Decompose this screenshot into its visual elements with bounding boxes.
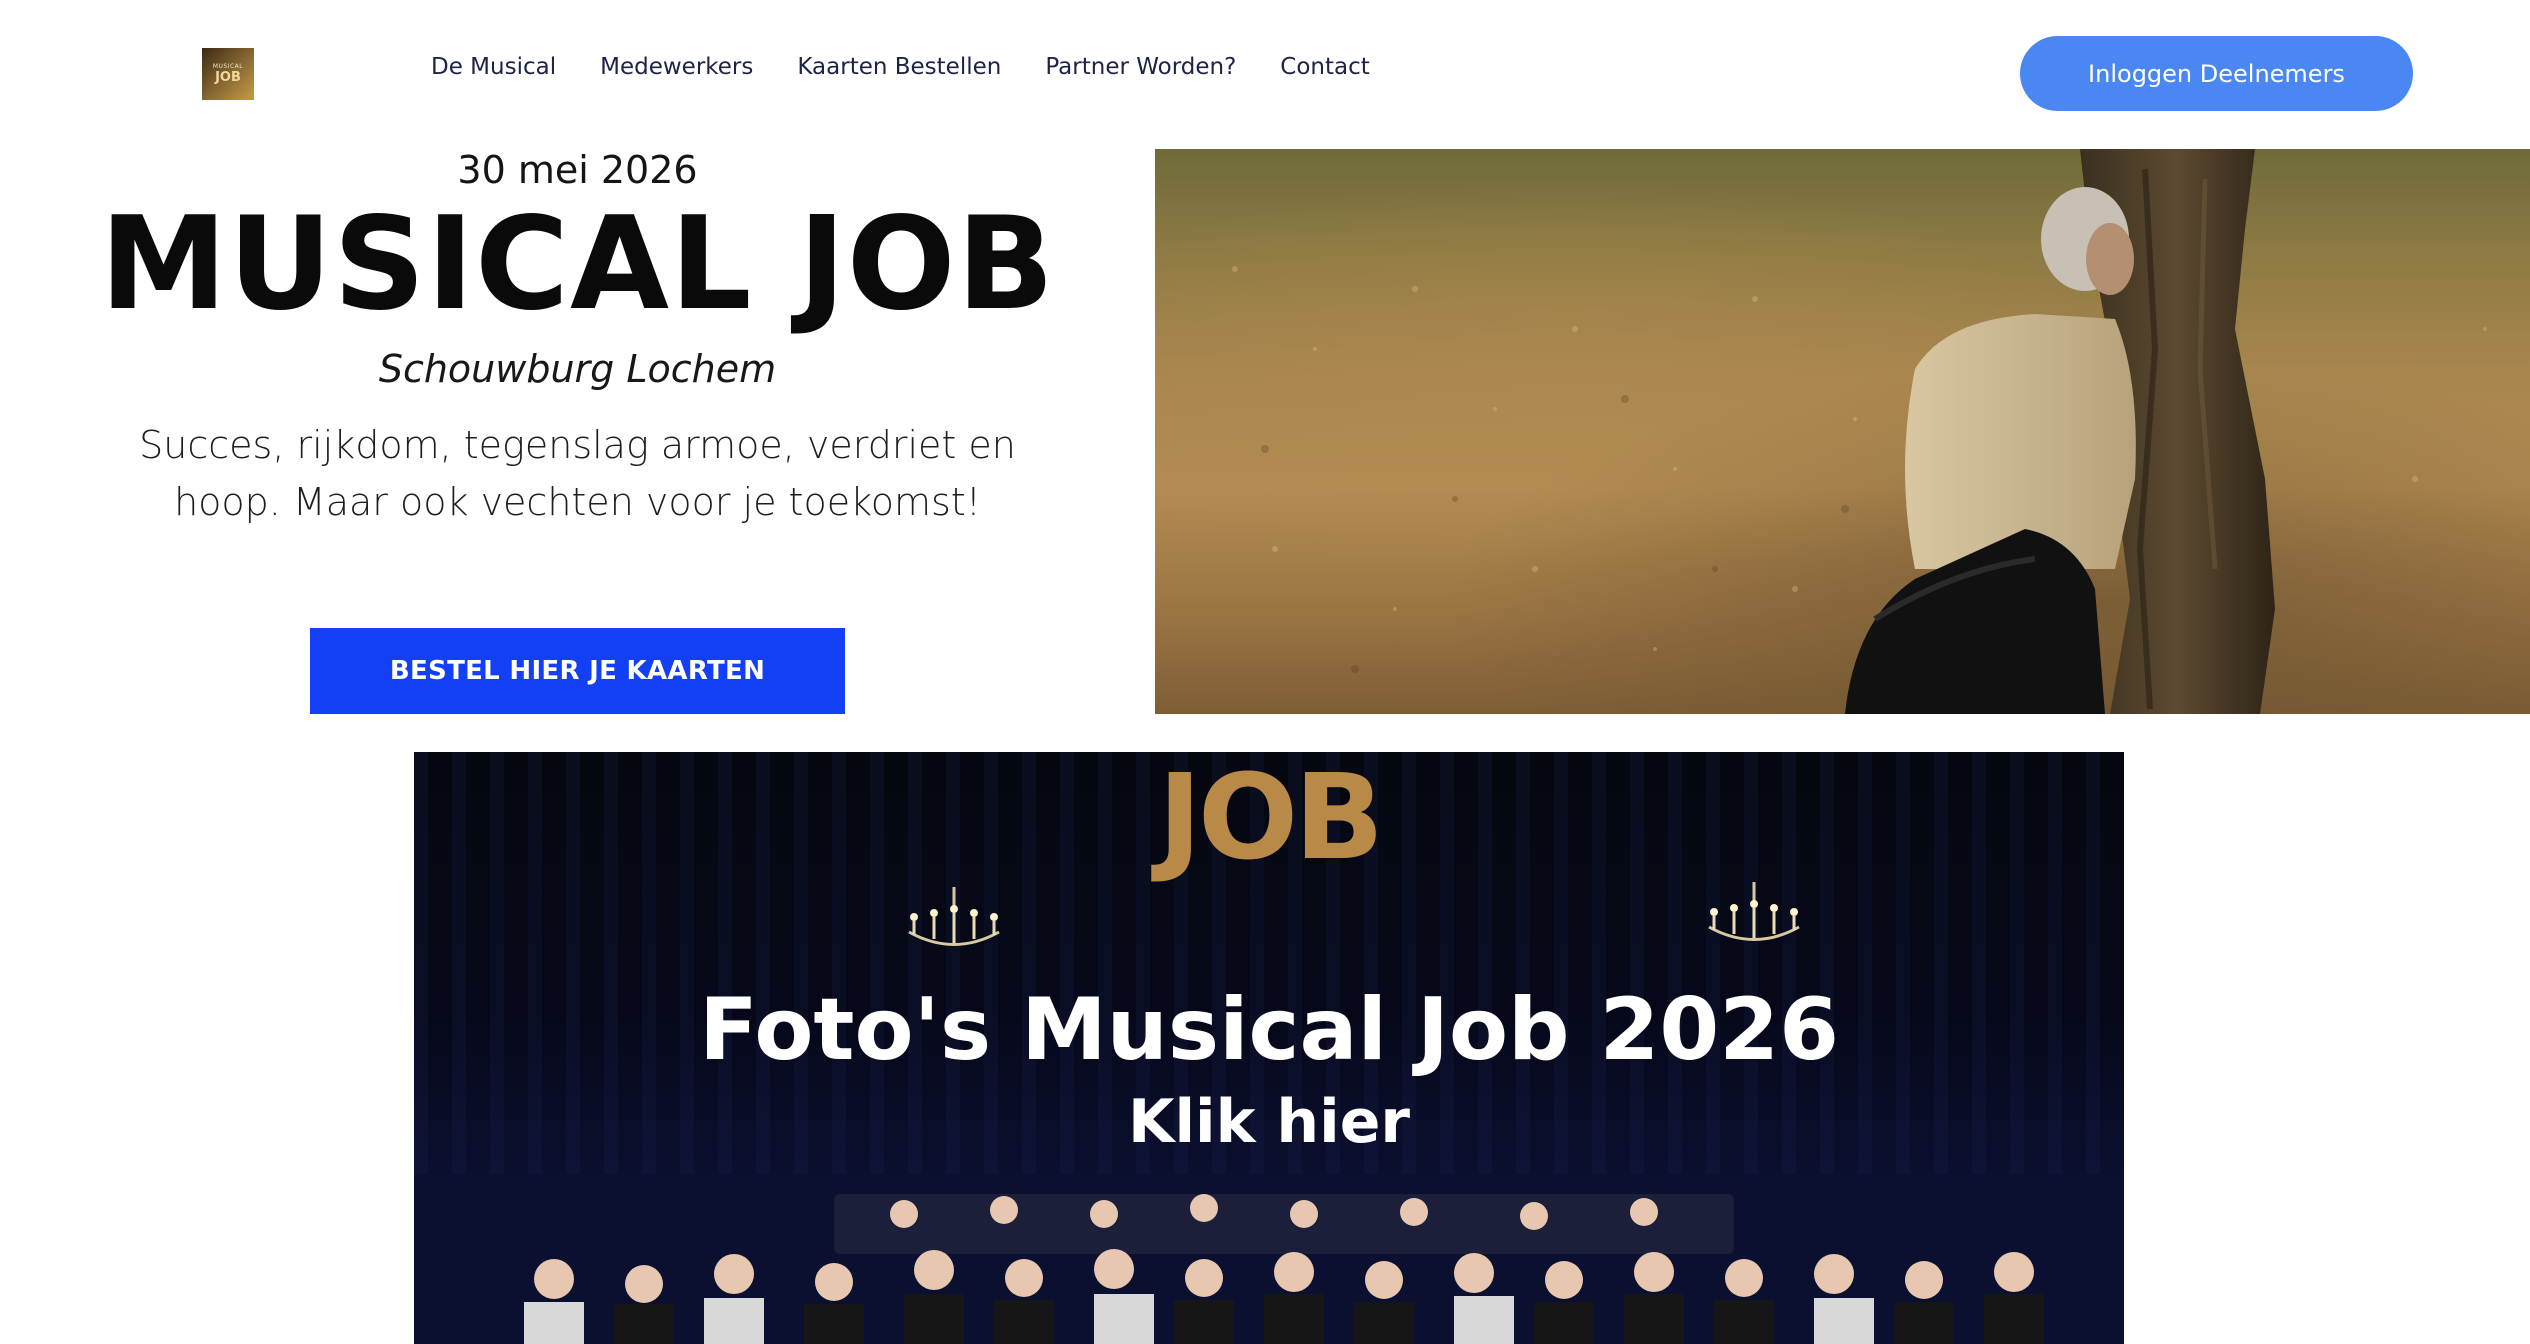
performers-photo — [414, 1174, 2124, 1344]
chandelier-right-icon — [1708, 882, 1800, 941]
site-header: MUSICAL JOB De Musical Medewerkers Kaart… — [0, 0, 2530, 148]
login-participants-button[interactable]: Inloggen Deelnemers — [2020, 36, 2413, 111]
banner-heading: Foto's Musical Job 2026 — [699, 980, 1839, 1080]
main-nav: De Musical Medewerkers Kaarten Bestellen… — [431, 54, 1370, 80]
venue-name: Schouwburg Lochem — [378, 346, 777, 391]
hero-image — [1155, 149, 2530, 714]
page-title: MUSICAL JOB — [99, 190, 1056, 339]
chandelier-left-icon — [908, 887, 1000, 946]
banner-click-here[interactable]: Klik hier — [414, 1087, 2124, 1157]
hero-photo-illustration — [1232, 149, 2487, 714]
hero-text-block: 30 mei 2026 MUSICAL JOB Schouwburg Loche… — [60, 140, 1095, 531]
hero-tagline: Succes, rijkdom, tegenslag armoe, verdri… — [139, 422, 1016, 524]
event-date: 30 mei 2026 — [457, 148, 698, 192]
nav-item-de-musical[interactable]: De Musical — [431, 54, 556, 80]
logo-text-big: JOB — [215, 70, 241, 85]
banner-job-logo: JOB — [1157, 752, 1384, 886]
nav-item-medewerkers[interactable]: Medewerkers — [600, 54, 753, 80]
order-tickets-button[interactable]: BESTEL HIER JE KAARTEN — [310, 628, 845, 714]
photos-banner[interactable]: JOB Foto's Musical Job 2026 Klik hier — [414, 752, 2124, 1344]
nav-item-partner-worden[interactable]: Partner Worden? — [1045, 54, 1236, 80]
nav-item-contact[interactable]: Contact — [1280, 54, 1369, 80]
nav-item-kaarten-bestellen[interactable]: Kaarten Bestellen — [797, 54, 1001, 80]
site-logo[interactable]: MUSICAL JOB — [202, 48, 254, 100]
